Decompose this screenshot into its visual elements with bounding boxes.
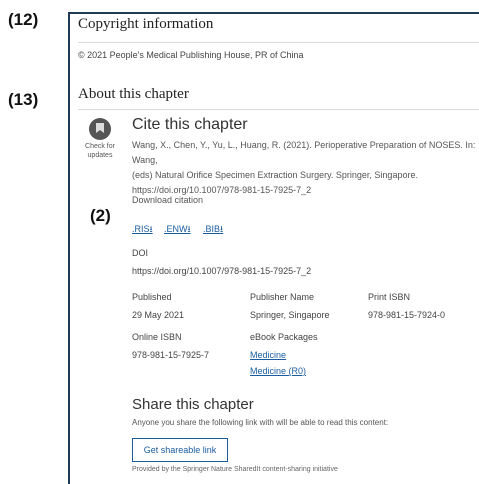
download-bib-link[interactable]: .BIB⭳ — [203, 222, 223, 238]
copyright-text: © 2021 People's Medical Publishing House… — [78, 50, 304, 60]
print-isbn-label: Print ISBN — [368, 292, 411, 302]
ebook-medicine-r0-link[interactable]: Medicine (R0) — [250, 366, 306, 376]
chapter-info-panel: Copyright information © 2021 People's Me… — [68, 12, 479, 484]
ebook-medicine-link[interactable]: Medicine — [250, 350, 286, 360]
ebook-packages-label: eBook Packages — [250, 332, 318, 342]
about-heading: About this chapter — [78, 86, 189, 102]
callout-12: (12) — [8, 10, 39, 29]
share-text: Anyone you share the following link with… — [132, 418, 389, 427]
citation-text: Wang, X., Chen, Y., Yu, L., Huang, R. (2… — [132, 138, 479, 198]
callout-2: (2) — [90, 206, 111, 225]
callout-13: (13) — [8, 90, 39, 109]
divider — [78, 42, 479, 43]
citation-line2: (eds) Natural Orifice Specimen Extractio… — [132, 170, 418, 180]
doi-value: https://doi.org/10.1007/978-981-15-7925-… — [132, 266, 312, 276]
badge-line1: Check for — [85, 143, 115, 150]
get-shareable-link-button[interactable]: Get shareable link — [132, 438, 228, 462]
cite-title: Cite this chapter — [132, 116, 248, 133]
publisher-label: Publisher Name — [250, 292, 315, 302]
sharedit-footnote: Provided by the Springer Nature SharedIt… — [132, 466, 338, 473]
doi-label: DOI — [132, 248, 149, 258]
online-isbn-label: Online ISBN — [132, 332, 182, 342]
published-label: Published — [132, 292, 172, 302]
download-enw-link[interactable]: .ENW⭳ — [164, 222, 191, 238]
publisher-value: Springer, Singapore — [250, 310, 330, 320]
print-isbn-value: 978-981-15-7924-0 — [368, 310, 446, 320]
divider — [78, 109, 479, 110]
copyright-heading: Copyright information — [78, 16, 214, 32]
published-value: 29 May 2021 — [132, 310, 185, 320]
share-title: Share this chapter — [132, 396, 254, 413]
citation-line1: Wang, X., Chen, Y., Yu, L., Huang, R. (2… — [132, 140, 476, 165]
bookmark-icon — [89, 118, 111, 140]
online-isbn-value: 978-981-15-7925-7 — [132, 350, 210, 360]
badge-line2: updates — [87, 152, 113, 159]
check-for-updates-badge[interactable]: Check for updates — [78, 118, 122, 160]
download-ris-link[interactable]: .RIS⭳ — [132, 222, 153, 238]
download-citation-label: Download citation — [132, 195, 204, 205]
